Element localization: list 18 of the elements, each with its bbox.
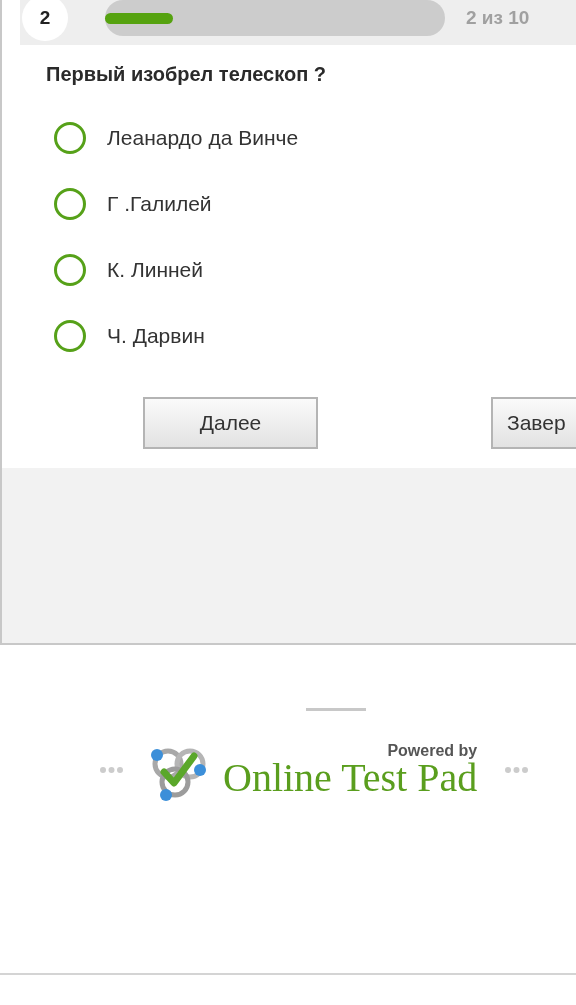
- finish-button[interactable]: Завер: [491, 397, 576, 449]
- brand-name: Online Test Pad: [223, 758, 478, 798]
- option-label[interactable]: Леанардо да Винче: [107, 126, 299, 150]
- radio-button[interactable]: [54, 254, 86, 286]
- progress-label: 2 из 10: [466, 7, 530, 29]
- radio-button[interactable]: [54, 320, 86, 352]
- radio-button[interactable]: [54, 188, 86, 220]
- option-label[interactable]: Ч. Дарвин: [107, 324, 205, 348]
- powered-by-label: Powered by: [387, 742, 478, 760]
- option-label[interactable]: Г .Галилей: [107, 192, 212, 216]
- question-text: Первый изобрел телескоп ?: [46, 63, 327, 86]
- question-number: 2: [22, 0, 68, 41]
- checkmark-logo-icon: [150, 746, 208, 802]
- ellipsis-icon: [100, 767, 123, 773]
- radio-button[interactable]: [54, 122, 86, 154]
- option-label[interactable]: К. Линней: [107, 258, 204, 282]
- next-button[interactable]: Далее: [143, 397, 318, 449]
- ellipsis-icon: [505, 767, 529, 773]
